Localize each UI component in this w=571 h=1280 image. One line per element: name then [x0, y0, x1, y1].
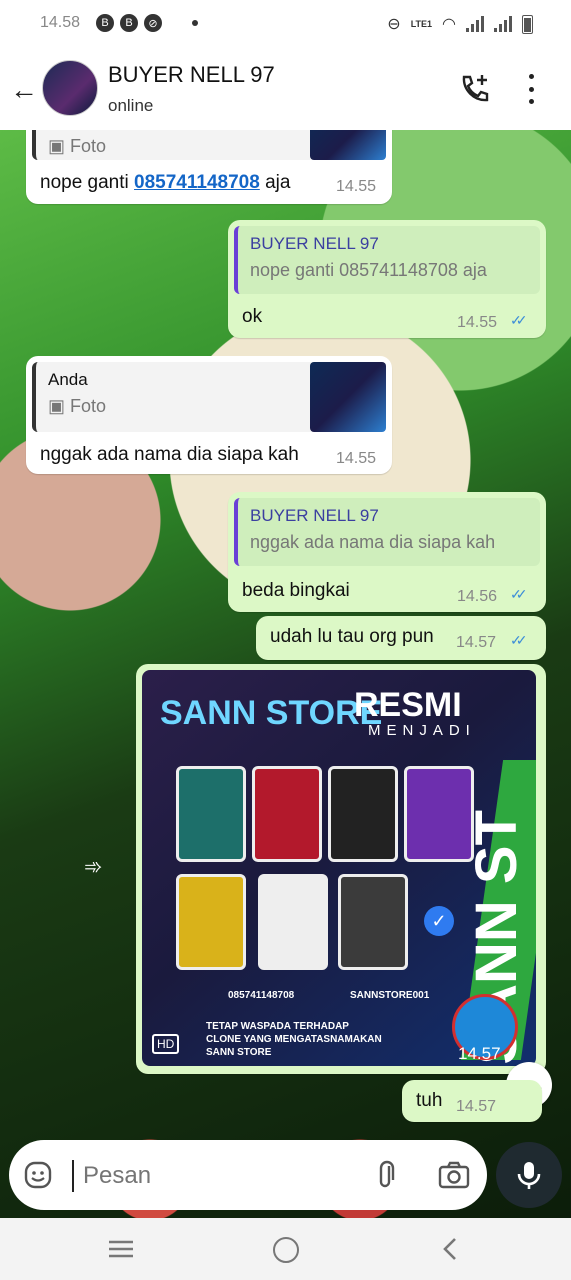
contact-status: online: [108, 96, 154, 115]
attach-icon[interactable]: [369, 1158, 403, 1192]
message-time: 14.55: [336, 450, 377, 467]
poster-card: [176, 874, 246, 970]
chat-area[interactable]: ▣ Foto nope ganti 085741148708 aja 14.55…: [0, 130, 571, 1218]
image-attachment[interactable]: SANN STORE RESMI MENJADI SANN ST ✓ 08574…: [142, 670, 536, 1066]
quote-text: nggak ada nama dia siapa kah: [250, 532, 496, 552]
message-time: 14.57: [456, 634, 497, 651]
photo-icon: ▣: [48, 396, 66, 416]
message-text: tuh: [416, 1090, 443, 1111]
text-cursor: [72, 1160, 74, 1192]
status-bar: 14.58 B B ⊘ ⊖ LTE1 ◠: [0, 0, 571, 48]
message-text: ok: [242, 306, 263, 327]
mic-icon: [517, 1162, 541, 1189]
status-right: ⊖ LTE1 ◠: [387, 14, 533, 34]
poster-card: [338, 874, 408, 970]
system-nav-bar: [0, 1218, 571, 1280]
message-time: 14.55: [457, 314, 498, 331]
double-check-icon: ✓✓: [510, 586, 528, 602]
poster-card: [404, 766, 474, 862]
message-time: 14.57: [456, 1098, 497, 1115]
status-time: 14.58: [40, 14, 81, 31]
poster-title: SANN STORE: [160, 694, 383, 732]
message-outgoing-5[interactable]: udah lu tau org pun 14.57 ✓✓: [256, 616, 546, 660]
message-text: nope ganti 085741148708 aja: [40, 172, 291, 193]
message-time: 14.57: [458, 1044, 501, 1063]
poster-card: [328, 766, 398, 862]
poster-resmi: RESMI: [354, 686, 462, 724]
contact-avatar[interactable]: [42, 60, 98, 116]
quote-sender: BUYER NELL 97: [250, 506, 379, 525]
hd-badge: HD: [152, 1034, 180, 1054]
message-text: beda bingkai: [242, 580, 350, 601]
quote-thumbnail: [310, 130, 386, 160]
forward-icon[interactable]: ➾: [84, 854, 102, 880]
more-vert-icon[interactable]: [526, 74, 536, 104]
message-outgoing-4[interactable]: BUYER NELL 97 nggak ada nama dia siapa k…: [228, 492, 546, 612]
chat-header: ← BUYER NELL 97 online: [0, 48, 571, 130]
message-input[interactable]: [83, 1162, 363, 1190]
back-arrow-icon[interactable]: ←: [10, 74, 38, 106]
nav-home-icon[interactable]: [273, 1237, 299, 1263]
quote-sender: BUYER NELL 97: [250, 234, 379, 253]
quote-text: nope ganti 085741148708 aja: [250, 260, 487, 280]
poster-instagram: SANNSTORE001: [350, 990, 430, 1001]
status-dot-icon: [192, 20, 198, 26]
quote-thumbnail: [310, 362, 386, 432]
poster-card: [258, 874, 328, 970]
message-outgoing-image[interactable]: SANN STORE RESMI MENJADI SANN ST ✓ 08574…: [136, 664, 546, 1074]
nav-back-icon[interactable]: [440, 1237, 460, 1261]
camera-icon[interactable]: [437, 1158, 471, 1192]
poster-menjadi: MENJADI: [368, 722, 476, 739]
emoji-icon[interactable]: [23, 1160, 53, 1190]
message-text: udah lu tau org pun: [270, 626, 434, 647]
message-incoming-3[interactable]: Anda ▣ Foto nggak ada nama dia siapa kah…: [26, 356, 392, 474]
message-time: 14.55: [336, 178, 377, 195]
poster-whatsapp: 085741148708: [228, 990, 295, 1001]
wifi-icon: ◠: [442, 16, 456, 33]
photo-icon: ▣: [48, 136, 66, 156]
verified-badge-icon: ✓: [424, 906, 454, 936]
reply-quote[interactable]: BUYER NELL 97 nope ganti 085741148708 aj…: [234, 226, 540, 294]
double-check-icon: ✓✓: [510, 632, 528, 648]
add-call-icon[interactable]: [458, 72, 492, 106]
signal-1-icon: [466, 16, 484, 32]
message-composer: [9, 1140, 487, 1210]
compass-icon: ⊘: [144, 14, 162, 32]
message-outgoing-7[interactable]: tuh 14.57: [402, 1080, 542, 1122]
message-outgoing-2[interactable]: BUYER NELL 97 nope ganti 085741148708 aj…: [228, 220, 546, 338]
poster-card: [176, 766, 246, 862]
status-notification-icons: B B ⊘: [96, 14, 198, 32]
notification-b-icon: B: [96, 14, 114, 32]
poster-card: [252, 766, 322, 862]
battery-icon: [522, 14, 533, 34]
notification-b2-icon: B: [120, 14, 138, 32]
poster-footer: TETAP WASPADA TERHADAP CLONE YANG MENGAT…: [206, 1021, 382, 1058]
mic-button[interactable]: [496, 1142, 562, 1208]
nav-menu-icon[interactable]: [108, 1240, 134, 1258]
dnd-icon: ⊖: [387, 16, 401, 33]
double-check-icon: ✓✓: [510, 312, 528, 328]
signal-2-icon: [494, 16, 512, 32]
message-incoming-1[interactable]: ▣ Foto nope ganti 085741148708 aja 14.55: [26, 130, 392, 204]
phone-link[interactable]: 085741148708: [134, 172, 260, 193]
reply-quote[interactable]: BUYER NELL 97 nggak ada nama dia siapa k…: [234, 498, 540, 566]
lte-label: LTE1: [410, 19, 433, 29]
message-text: nggak ada nama dia siapa kah: [40, 444, 299, 465]
contact-name[interactable]: BUYER NELL 97: [108, 62, 275, 88]
message-time: 14.56: [457, 588, 498, 605]
